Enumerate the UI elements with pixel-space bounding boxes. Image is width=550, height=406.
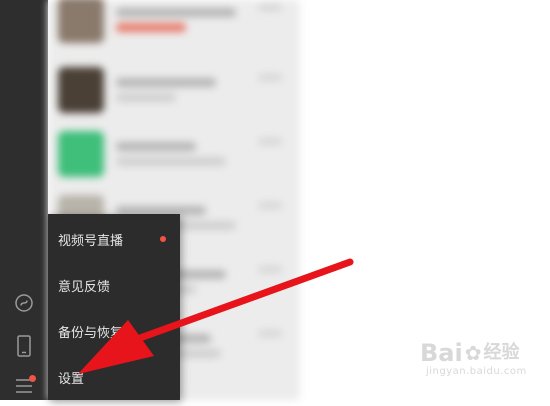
menu-item-label: 意见反馈	[58, 279, 111, 295]
baidu-watermark: Bai ✿ 经验 jingyan.baidu.com	[420, 340, 544, 388]
watermark-brand-left: Bai	[420, 339, 463, 367]
menu-item-label: 备份与恢复	[58, 325, 124, 341]
sidebar	[0, 0, 48, 400]
phone-icon[interactable]	[0, 326, 48, 366]
menu-icon[interactable]	[0, 366, 48, 406]
menu-item-feedback[interactable]: 意见反馈	[48, 266, 180, 304]
paw-icon: ✿	[464, 341, 482, 365]
avatar	[58, 0, 104, 43]
chat-list-item[interactable]	[48, 0, 298, 52]
chat-list-item[interactable]	[48, 58, 298, 122]
watermark-brand-right: 经验	[483, 342, 520, 363]
menu-item-label: 视频号直播	[58, 233, 124, 249]
menu-item-backup-restore[interactable]: 备份与恢复	[48, 312, 180, 350]
menu-notification-dot	[29, 375, 36, 382]
watermark-url: jingyan.baidu.com	[426, 366, 527, 377]
mini-program-icon[interactable]	[0, 283, 48, 323]
menu-item-channels-live[interactable]: 视频号直播	[48, 220, 180, 258]
notification-dot	[160, 236, 166, 242]
popup-menu: 视频号直播 意见反馈 备份与恢复 设置	[48, 214, 180, 400]
avatar	[58, 67, 104, 113]
avatar	[58, 131, 104, 177]
menu-item-label: 设置	[58, 371, 85, 387]
menu-item-settings[interactable]: 设置	[48, 358, 180, 396]
chat-list-item[interactable]	[48, 122, 298, 186]
